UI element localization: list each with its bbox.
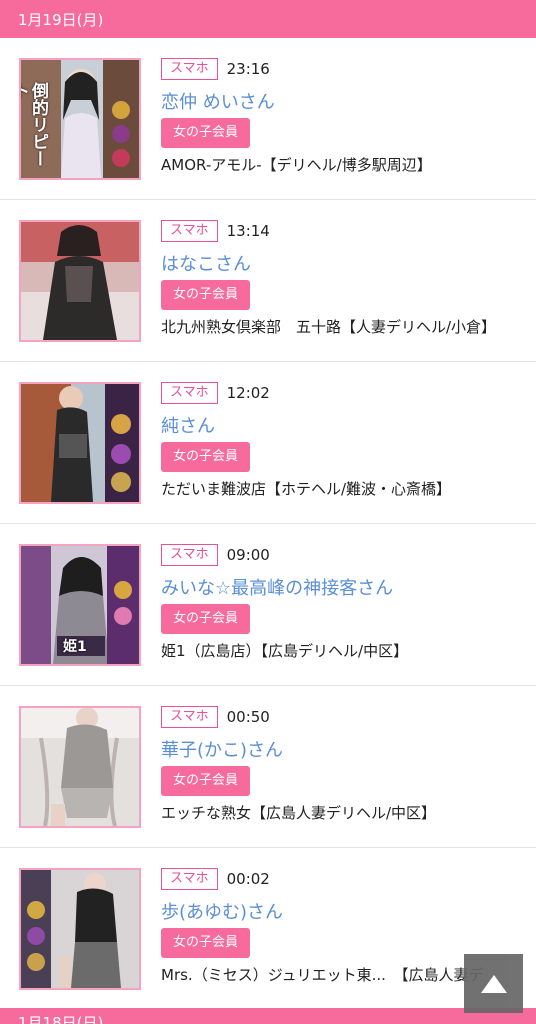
profile-photo[interactable]: 倒的リピート [19,58,141,180]
list-item[interactable]: 倒的リピート スマホ 23:16 恋仲 めいさん 女の子会員 AMOR-アモル-… [0,38,536,200]
shop-name[interactable]: エッチな熟女【広島人妻デリヘル/中区】 [161,802,526,823]
girl-name-link[interactable]: 純さん [161,412,526,437]
profile-photo[interactable] [19,220,141,342]
girl-name-link[interactable]: みいな☆最高峰の神接客さん [161,574,526,599]
member-badge: 女の子会員 [161,280,251,310]
post-time: 23:16 [226,60,270,78]
shop-name[interactable]: ただいま難波店【ホテヘル/難波・心斎橋】 [161,478,526,499]
smartphone-badge: スマホ [161,544,218,566]
scroll-to-top-button[interactable] [464,954,523,1013]
profile-photo[interactable] [19,382,141,504]
list-item[interactable]: スマホ 13:14 はなこさん 女の子会員 北九州熟女倶楽部 五十路【人妻デリヘ… [0,200,536,362]
next-date-header-label: 1月18日(日) [18,1014,104,1024]
profile-photo[interactable]: 姫1 [19,544,141,666]
shop-name[interactable]: AMOR-アモル-【デリヘル/博多駅周辺】 [161,154,526,175]
date-header-label: 1月19日(月) [18,10,104,29]
next-date-header: 1月18日(日) [0,1008,536,1024]
profile-photo[interactable] [19,868,141,990]
list-item[interactable]: 姫1 スマホ 09:00 みいな☆最高峰の神接客さん 女の子会員 姫1（広島店）… [0,524,536,686]
date-header: 1月19日(月) [0,0,536,38]
post-time: 00:02 [226,870,270,888]
member-badge: 女の子会員 [161,604,251,634]
girl-name-link[interactable]: 華子(かこ)さん [161,736,526,761]
smartphone-badge: スマホ [161,868,218,890]
member-badge: 女の子会員 [161,442,251,472]
shop-name[interactable]: 姫1（広島店）【広島デリヘル/中区】 [161,640,526,661]
list-item[interactable]: スマホ 00:50 華子(かこ)さん 女の子会員 エッチな熟女【広島人妻デリヘル… [0,686,536,848]
photo-overlay-text: 倒的リピート [19,82,48,167]
post-time: 12:02 [226,384,270,402]
member-badge: 女の子会員 [161,766,251,796]
smartphone-badge: スマホ [161,706,218,728]
post-time: 09:00 [226,546,270,564]
smartphone-badge: スマホ [161,58,218,80]
profile-photo[interactable] [19,706,141,828]
shop-name[interactable]: 北九州熟女倶楽部 五十路【人妻デリヘル/小倉】 [161,316,526,337]
post-time: 00:50 [226,708,270,726]
smartphone-badge: スマホ [161,220,218,242]
girl-name-link[interactable]: はなこさん [161,250,526,275]
post-time: 13:14 [226,222,270,240]
photo-overlay-text: 姫1 [63,639,87,655]
member-badge: 女の子会員 [161,928,251,958]
triangle-up-icon [480,974,507,993]
list-item[interactable]: スマホ 12:02 純さん 女の子会員 ただいま難波店【ホテヘル/難波・心斎橋】 [0,362,536,524]
girl-name-link[interactable]: 恋仲 めいさん [161,88,526,113]
list-item[interactable]: スマホ 00:02 歩(あゆむ)さん 女の子会員 Mrs.（ミセス）ジュリエット… [0,848,536,1010]
member-badge: 女の子会員 [161,118,251,148]
girl-name-link[interactable]: 歩(あゆむ)さん [161,898,526,923]
smartphone-badge: スマホ [161,382,218,404]
